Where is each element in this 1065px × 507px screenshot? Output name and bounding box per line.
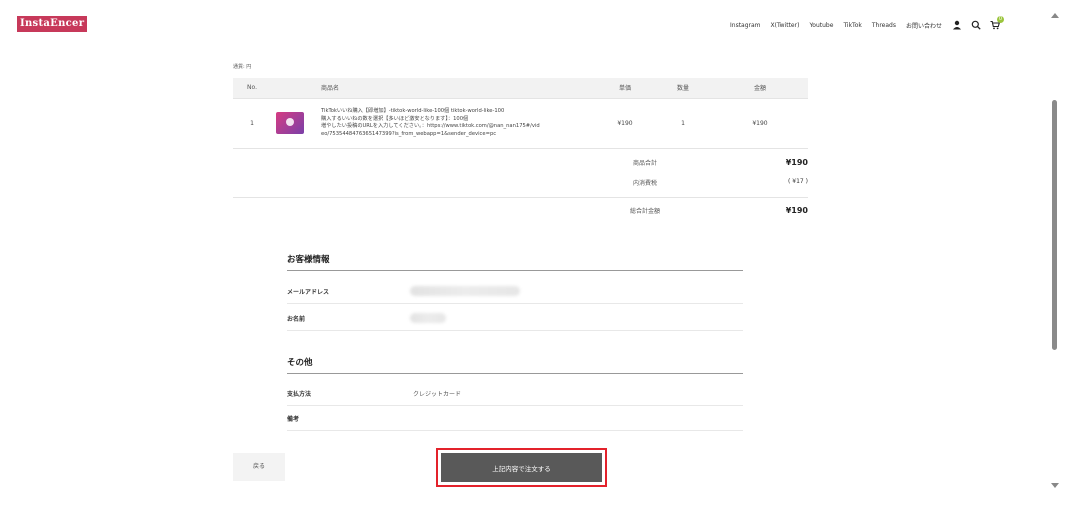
product-table: No. 商品名 単価 数量 金額 1 TikTokいいね購入【即増加】-tikt…: [233, 78, 808, 149]
row-amount: ¥190: [712, 98, 808, 149]
name-label: お名前: [287, 316, 306, 323]
site-logo[interactable]: InstaEncer: [17, 16, 88, 32]
col-qty: 数量: [654, 78, 712, 99]
other-section-line: [287, 373, 743, 374]
row-no: 1: [233, 98, 271, 149]
nav-twitter[interactable]: X(Twitter): [771, 22, 800, 29]
row-unit-price: ¥190: [596, 98, 654, 149]
summary-divider: [233, 197, 808, 198]
header-nav: Instagram X(Twitter) Youtube TikTok Thre…: [730, 16, 1009, 34]
other-section-title: その他: [287, 358, 313, 368]
name-row: お名前: [287, 305, 743, 331]
subtotal-row: 商品合計 ¥190: [600, 158, 808, 167]
back-button[interactable]: 戻る: [233, 453, 285, 481]
customer-section-line: [287, 270, 743, 271]
tax-label: 内消費税: [632, 180, 657, 187]
place-order-button[interactable]: 上記内容で注文する: [441, 453, 602, 482]
nav-threads[interactable]: Threads: [872, 22, 896, 29]
nav-youtube[interactable]: Youtube: [809, 22, 833, 29]
nav-instagram[interactable]: Instagram: [730, 22, 761, 29]
table-row: 1 TikTokいいね購入【即増加】-tiktok-world-like-100…: [233, 98, 808, 149]
product-thumbnail[interactable]: [276, 112, 304, 134]
subtotal-value: ¥190: [785, 158, 808, 167]
row-thumb: [271, 98, 309, 149]
currency-label: 通貨: 円: [233, 64, 252, 70]
scroll-down-icon[interactable]: [1051, 483, 1059, 488]
email-row: メールアドレス: [287, 278, 743, 304]
nav-contact[interactable]: お問い合わせ: [906, 21, 942, 30]
email-label: メールアドレス: [287, 289, 330, 296]
cart-badge: 0: [996, 16, 1004, 23]
total-value: ¥190: [785, 206, 808, 215]
name-value-redacted: [410, 313, 446, 323]
page-scrollbar[interactable]: [1045, 0, 1065, 507]
scroll-up-icon[interactable]: [1051, 13, 1059, 18]
tax-value: ( ¥17 ): [788, 178, 808, 185]
total-row: 総合計金額 ¥190: [600, 206, 808, 215]
cart-icon[interactable]: 0: [990, 16, 1004, 30]
tax-row: 内消費税 ( ¥17 ): [600, 178, 808, 187]
row-qty: 1: [654, 98, 712, 149]
email-value-redacted: [410, 286, 520, 296]
col-unit-price: 単価: [596, 78, 654, 99]
total-label: 総合計金額: [629, 208, 660, 215]
scrollbar-thumb[interactable]: [1052, 100, 1057, 350]
payment-value: クレジットカード: [413, 391, 462, 398]
col-name: 商品名: [309, 78, 596, 99]
nav-tiktok[interactable]: TikTok: [843, 22, 861, 29]
note-row: 備考: [287, 405, 743, 431]
user-icon[interactable]: [952, 20, 962, 30]
note-label: 備考: [287, 416, 300, 423]
col-no: No.: [233, 78, 271, 99]
col-thumb: [271, 78, 309, 99]
subtotal-label: 商品合計: [632, 160, 657, 167]
col-amount: 金額: [712, 78, 808, 99]
payment-row: 支払方法 クレジットカード: [287, 380, 743, 406]
customer-section-title: お客様情報: [287, 255, 330, 265]
search-icon[interactable]: [971, 20, 981, 30]
row-product-name: TikTokいいね購入【即増加】-tiktok-world-like-100個 …: [309, 98, 596, 149]
payment-label: 支払方法: [287, 391, 312, 398]
order-button-highlight: 上記内容で注文する: [436, 448, 607, 487]
